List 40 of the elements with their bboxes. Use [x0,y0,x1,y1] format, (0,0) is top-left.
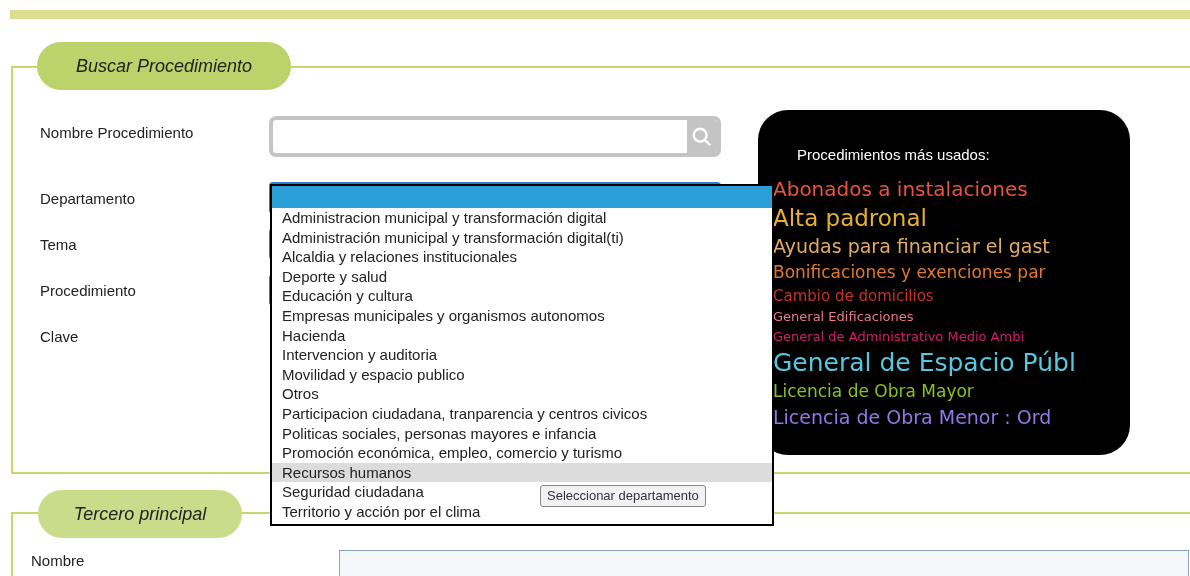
dropdown-option[interactable]: Promoción económica, empleo, comercio y turismo [272,443,633,463]
dropdown-option[interactable]: Deporte y salud [272,266,398,287]
dropdown-option[interactable]: Alcaldia y relaciones institucionales [272,247,528,267]
procedure-link[interactable]: Bonificaciones y exenciones par [773,259,1046,285]
dropdown-option[interactable]: Movilidad y espacio publico [272,364,475,385]
procedure-link[interactable]: General Edificaciones [773,306,914,327]
field-label: Departamento [40,189,137,209]
procedure-link[interactable]: Alta padronal [773,202,927,233]
procedure-link[interactable]: Ayudas para financiar el gast [773,232,1050,260]
dropdown-option[interactable]: Otros [272,384,329,404]
panel-title: Procedimientos más usados: [796,145,991,165]
tooltip: Seleccionar departamento [540,485,706,507]
procedure-link[interactable]: General de Espacio Públ [773,346,1076,379]
search-field[interactable] [269,116,721,157]
dropdown-option[interactable]: Administracion municipal y transformación digital [272,208,617,228]
field-label: Nombre Procedimiento [40,123,195,143]
field-label: Procedimiento [40,281,137,301]
dropdown-option[interactable]: Administración municipal y transformación digital(ti) [272,227,634,248]
dropdown-option[interactable]: Territorio y acción por el clima [272,501,491,522]
text-field[interactable] [339,550,1189,576]
dropdown-option[interactable]: Politicas sociales, personas mayores e infancia [272,423,607,444]
dropdown-option[interactable]: Participacion ciudadana, tranparencia y centros civicos [272,403,658,424]
procedure-link[interactable]: Abonados a instalaciones [773,174,1028,203]
section-legend: Tercero principal [38,490,242,538]
procedure-link[interactable]: Licencia de Obra Menor : Ord [773,403,1052,431]
dropdown-option[interactable]: Intervencion y auditoria [272,345,448,365]
procedure-link[interactable]: Cambio de domicilios [773,284,934,307]
field-label: Clave [40,327,80,347]
field-label: Tema [40,235,78,255]
dropdown-option[interactable]: Recursos humanos [272,462,772,483]
procedure-link[interactable]: Licencia de Obra Mayor [773,378,974,404]
dropdown-option[interactable] [272,186,772,208]
section-legend: Buscar Procedimiento [37,42,291,90]
dropdown-option[interactable]: Hacienda [272,325,356,346]
search-icon [691,125,713,148]
dropdown-option[interactable]: Educación y cultura [272,286,423,306]
field-label: Nombre [31,551,86,571]
dropdown-option[interactable]: Seguridad ciudadana [272,482,434,502]
procedure-link[interactable]: General de Administrativo Medio Ambi [773,326,1025,347]
dropdown-option[interactable]: Empresas municipales y organismos autonomos [272,305,615,326]
